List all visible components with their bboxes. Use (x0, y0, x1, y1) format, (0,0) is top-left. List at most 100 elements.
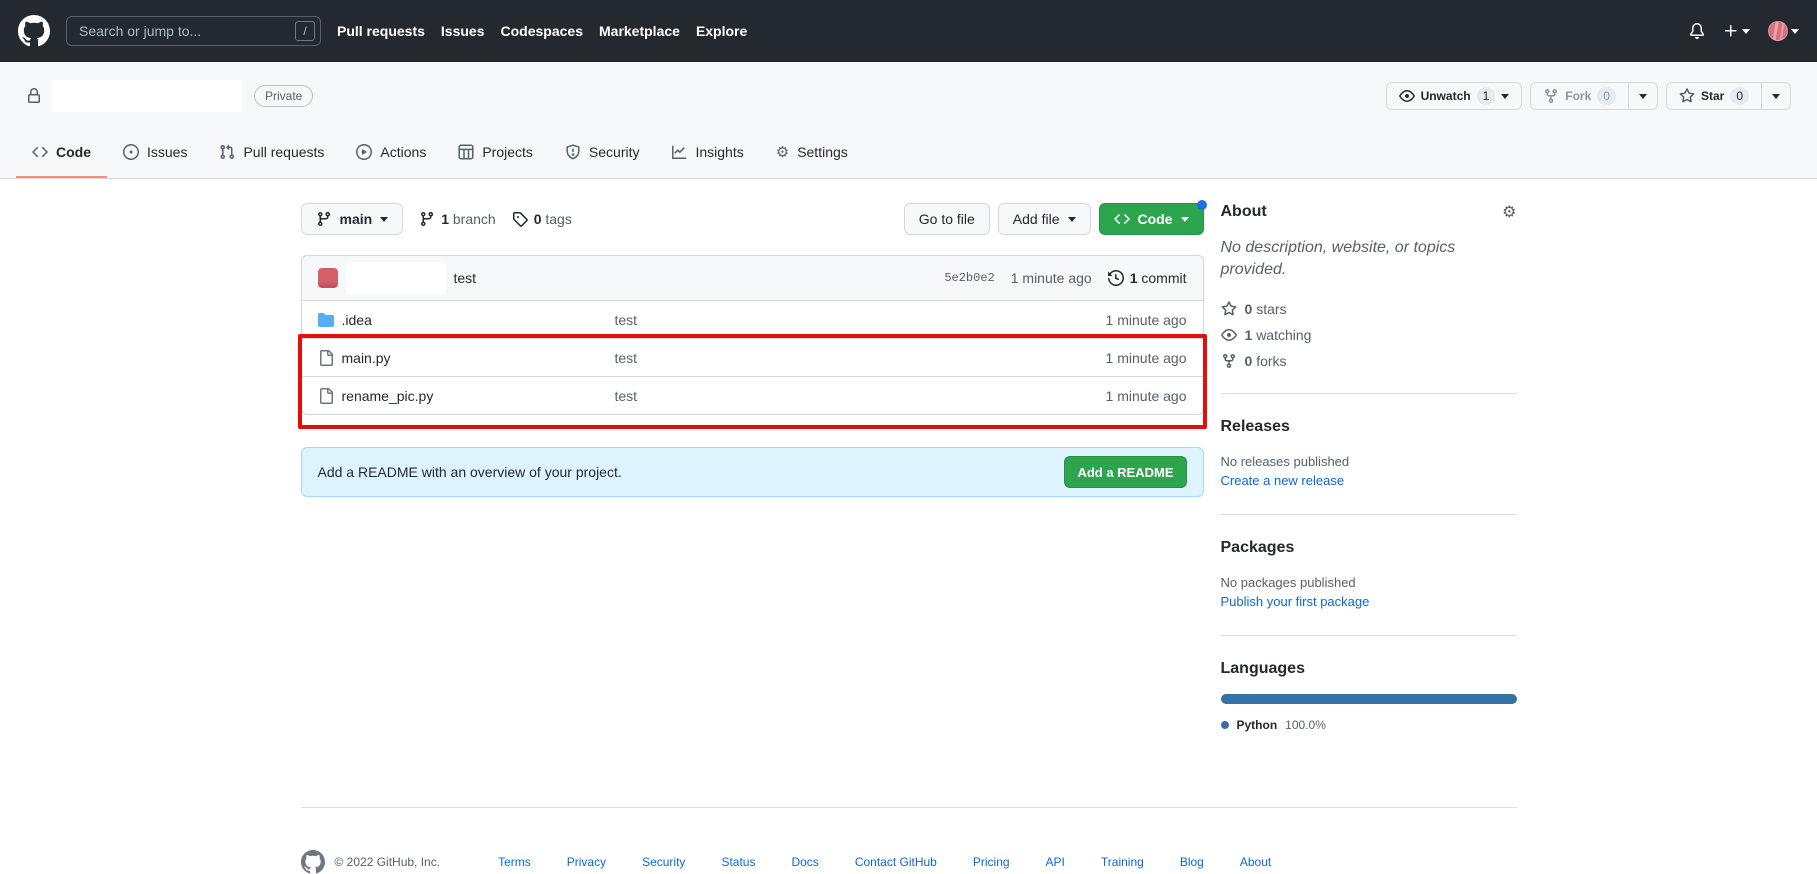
footer-link-terms[interactable]: Terms (498, 855, 531, 869)
footer-links: Terms Privacy Security Status Docs Conta… (498, 855, 1271, 869)
chevron-down-icon (1067, 216, 1076, 222)
user-menu[interactable] (1768, 21, 1799, 41)
repo-tab-nav: Code Issues Pull requests Actions Projec… (0, 128, 1817, 178)
chevron-down-icon (1180, 216, 1189, 222)
file-name-link[interactable]: .idea (342, 312, 607, 328)
footer-link-status[interactable]: Status (721, 855, 755, 869)
tab-projects[interactable]: Projects (442, 128, 549, 178)
footer-link-blog[interactable]: Blog (1180, 855, 1204, 869)
fork-count: 0 (1597, 87, 1616, 105)
language-dot-icon (1220, 721, 1229, 729)
play-icon (356, 144, 373, 160)
file-commit-message-link[interactable]: test (615, 388, 1049, 404)
pull-request-icon (220, 144, 235, 160)
file-commit-message-link[interactable]: test (615, 350, 1049, 366)
issue-opened-icon (123, 144, 139, 160)
footer-github-logo[interactable]: © 2022 GitHub, Inc. (300, 850, 440, 874)
chevron-down-icon (1638, 93, 1647, 99)
nav-codespaces[interactable]: Codespaces (501, 23, 583, 39)
footer-link-docs[interactable]: Docs (791, 855, 818, 869)
commit-time: 1 minute ago (1010, 270, 1092, 286)
releases-empty-text: No releases published (1220, 454, 1350, 469)
branches-link[interactable]: 1 branch (419, 211, 496, 227)
file-table: test 5e2b0e2 1 minute ago 1 commit .idea… (300, 255, 1204, 415)
code-icon (32, 146, 48, 158)
header-nav: Pull requests Issues Codespaces Marketpl… (337, 23, 747, 39)
header-right-controls (1689, 21, 1799, 41)
branch-icon (317, 212, 330, 227)
file-row: .idea test 1 minute ago (301, 300, 1203, 338)
gear-icon: ⚙ (775, 143, 790, 161)
search-input[interactable] (66, 16, 321, 46)
footer-link-api[interactable]: API (1046, 855, 1065, 869)
footer-link-about[interactable]: About (1240, 855, 1271, 869)
create-new-dropdown[interactable] (1723, 23, 1750, 39)
star-dropdown-button[interactable] (1762, 82, 1791, 110)
fork-dropdown-button[interactable] (1628, 82, 1658, 110)
publish-package-link[interactable]: Publish your first package (1221, 592, 1370, 611)
nav-pull-requests[interactable]: Pull requests (337, 23, 425, 39)
visibility-badge: Private (254, 85, 314, 107)
tab-insights[interactable]: Insights (655, 128, 759, 178)
tab-issues[interactable]: Issues (107, 128, 203, 178)
redacted-author-name (345, 262, 446, 294)
add-readme-button[interactable]: Add a README (1064, 456, 1187, 488)
tab-code[interactable]: Code (16, 128, 107, 178)
tab-settings[interactable]: ⚙ Settings (760, 128, 864, 178)
file-commit-time-link[interactable]: 1 minute ago (1057, 388, 1187, 404)
nav-marketplace[interactable]: Marketplace (599, 23, 680, 39)
chevron-down-icon (1742, 28, 1750, 34)
about-title: About (1220, 203, 1267, 220)
plus-icon (1725, 25, 1737, 37)
file-toolbar: main 1 branch 0 tags Go to file Add file (300, 200, 1207, 235)
commit-sha-link[interactable]: 5e2b0e2 (944, 271, 994, 285)
footer-link-security[interactable]: Security (642, 855, 685, 869)
nav-explore[interactable]: Explore (696, 23, 747, 39)
language-item[interactable]: Python 100.0% (1220, 718, 1517, 732)
file-name-link[interactable]: main.py (342, 350, 607, 366)
lock-icon (28, 88, 40, 103)
chevron-down-icon (1791, 28, 1799, 34)
footer-link-training[interactable]: Training (1101, 855, 1144, 869)
forks-stat[interactable]: 0 forks (1221, 353, 1517, 369)
watching-stat[interactable]: 1 watching (1220, 327, 1517, 343)
add-file-button[interactable]: Add file (997, 203, 1091, 235)
file-name-link[interactable]: rename_pic.py (342, 388, 607, 404)
unwatch-button[interactable]: Unwatch 1 (1385, 82, 1523, 110)
code-icon (1113, 213, 1130, 225)
redacted-repo-name (52, 80, 242, 112)
about-section: About ⚙ No description, website, or topi… (1221, 203, 1517, 393)
tags-link[interactable]: 0 tags (512, 211, 572, 227)
footer-link-contact[interactable]: Contact GitHub (855, 855, 937, 869)
footer-link-privacy[interactable]: Privacy (567, 855, 606, 869)
code-button[interactable]: Code (1098, 200, 1207, 235)
commit-history-link[interactable]: 1 commit (1107, 270, 1187, 286)
star-count: 0 (1730, 87, 1749, 105)
footer-link-pricing[interactable]: Pricing (973, 855, 1010, 869)
packages-title: Packages (1220, 539, 1295, 556)
go-to-file-button[interactable]: Go to file (903, 203, 990, 235)
commit-author-avatar[interactable] (317, 268, 338, 288)
create-release-link[interactable]: Create a new release (1221, 471, 1345, 490)
fork-button[interactable]: Fork 0 (1530, 82, 1629, 110)
file-commit-time-link[interactable]: 1 minute ago (1057, 350, 1187, 366)
shield-icon (566, 144, 580, 160)
branch-selector-button[interactable]: main (300, 203, 404, 235)
fork-icon (1222, 354, 1235, 369)
nav-issues[interactable]: Issues (441, 23, 485, 39)
github-logo-icon[interactable] (18, 15, 50, 47)
tab-actions[interactable]: Actions (340, 128, 442, 178)
branch-icon (421, 212, 434, 227)
stars-stat[interactable]: 0 stars (1221, 301, 1517, 317)
language-bar[interactable] (1220, 694, 1517, 704)
star-button[interactable]: Star 0 (1665, 82, 1762, 110)
fork-icon (1545, 89, 1558, 104)
gear-icon[interactable]: ⚙ (1502, 204, 1516, 220)
file-commit-time-link[interactable]: 1 minute ago (1057, 312, 1187, 328)
tab-pull-requests[interactable]: Pull requests (203, 128, 340, 178)
file-commit-message-link[interactable]: test (615, 312, 1049, 328)
notifications-bell-icon[interactable] (1689, 23, 1705, 39)
tag-icon (512, 212, 528, 227)
commit-message-link[interactable]: test (454, 270, 477, 286)
tab-security[interactable]: Security (549, 128, 656, 178)
